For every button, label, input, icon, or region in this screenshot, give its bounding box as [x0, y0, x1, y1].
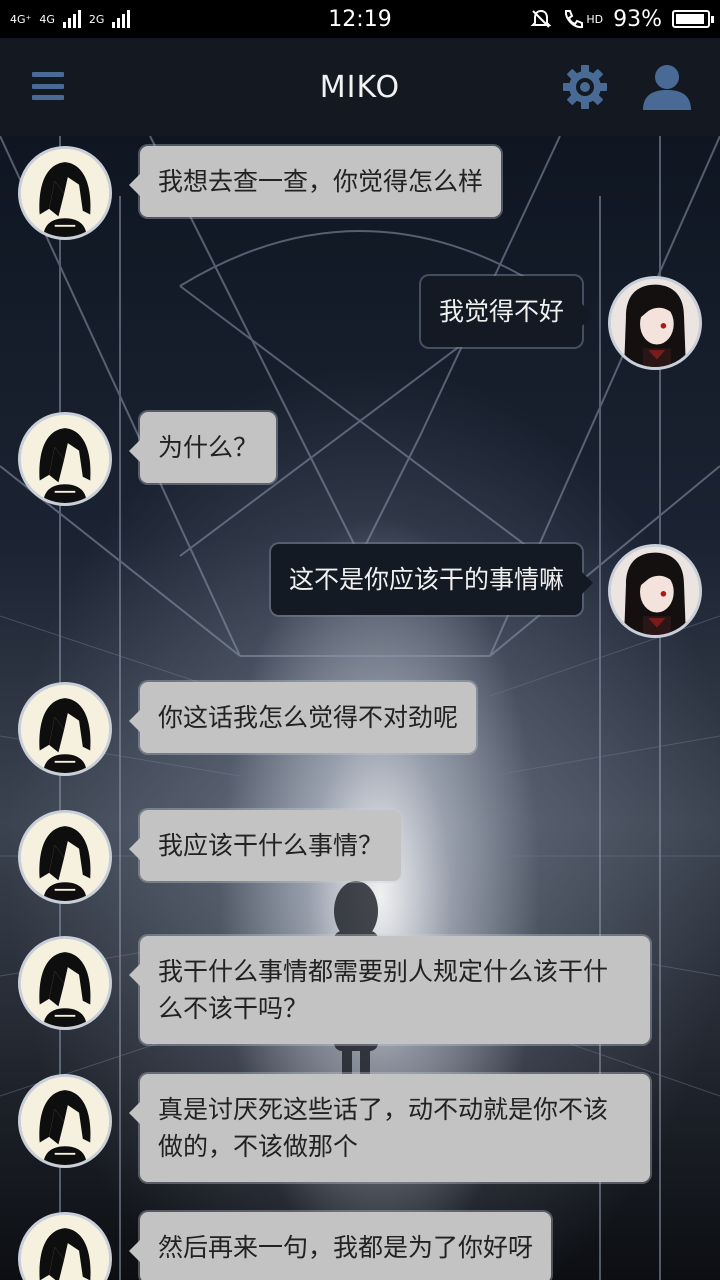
- bob-hair-avatar[interactable]: [18, 146, 112, 240]
- message-row-left: 你这话我怎么觉得不对劲呢: [0, 682, 720, 812]
- page-title: MIKO: [319, 69, 401, 105]
- battery-icon: [672, 10, 714, 28]
- bob-hair-avatar[interactable]: [18, 1212, 112, 1280]
- hd-call-icon: HD: [562, 8, 603, 30]
- network-label-4g: 4G: [39, 12, 55, 26]
- message-bubble[interactable]: 为什么？: [128, 412, 277, 483]
- message-bubble[interactable]: 这不是你应该干的事情嘛: [270, 544, 594, 615]
- long-hair-avatar[interactable]: [608, 544, 702, 638]
- network-label-4g-plus: 4G⁺: [10, 12, 32, 26]
- status-right: HD 93%: [530, 6, 714, 32]
- message-row-left: 我应该干什么事情？: [0, 810, 720, 940]
- message-row-right: 这不是你应该干的事情嘛: [0, 544, 720, 674]
- message-bubble[interactable]: 我应该干什么事情？: [128, 810, 402, 881]
- network-indicators: 4G⁺ 4G 2G: [10, 10, 131, 28]
- bob-hair-avatar[interactable]: [18, 810, 112, 904]
- battery-level-fill: [676, 14, 704, 24]
- message-row-right: 我觉得不好: [0, 276, 720, 406]
- message-bubble[interactable]: 我想去查一查，你觉得怎么样: [128, 146, 502, 217]
- menu-icon[interactable]: [32, 72, 64, 100]
- status-bar: 4G⁺ 4G 2G 12:19 HD 93%: [0, 0, 720, 38]
- message-bubble[interactable]: 你这话我怎么觉得不对劲呢: [128, 682, 477, 753]
- message-bubble[interactable]: 我觉得不好: [420, 276, 594, 347]
- app-bar: MIKO: [0, 38, 720, 136]
- message-row-left: 为什么？: [0, 412, 720, 542]
- message-row-left: 真是讨厌死这些话了，动不动就是你不该做的，不该做那个: [0, 1074, 720, 1204]
- bob-hair-avatar[interactable]: [18, 1074, 112, 1168]
- message-row-left: 我想去查一查，你觉得怎么样: [0, 146, 720, 276]
- signal-icon: [62, 10, 81, 28]
- message-bubble[interactable]: 然后再来一句，我都是为了你好呀: [128, 1212, 552, 1280]
- bob-hair-avatar[interactable]: [18, 936, 112, 1030]
- user-icon[interactable]: [640, 62, 694, 112]
- bob-hair-avatar[interactable]: [18, 682, 112, 776]
- bob-hair-avatar[interactable]: [18, 412, 112, 506]
- battery-percent: 93%: [613, 6, 662, 32]
- network-label-2g: 2G: [88, 12, 105, 26]
- chat-area[interactable]: 我想去查一查，你觉得怎么样我觉得不好为什么？ 这不是你应该干的事情嘛你这话我怎么觉…: [0, 136, 720, 1280]
- message-bubble[interactable]: 我干什么事情都需要别人规定什么该干什么不该干吗？: [129, 936, 650, 1044]
- message-row-left: 然后再来一句，我都是为了你好呀: [0, 1212, 720, 1280]
- hd-label: HD: [586, 12, 604, 26]
- message-bubble[interactable]: 真是讨厌死这些话了，动不动就是你不该做的，不该做那个: [129, 1074, 650, 1182]
- mute-bell-icon: [530, 9, 552, 28]
- signal-icon-2: [112, 10, 131, 28]
- message-row-left: 我干什么事情都需要别人规定什么该干什么不该干吗？: [0, 936, 720, 1066]
- gear-icon[interactable]: [560, 62, 610, 112]
- long-hair-avatar[interactable]: [608, 276, 702, 370]
